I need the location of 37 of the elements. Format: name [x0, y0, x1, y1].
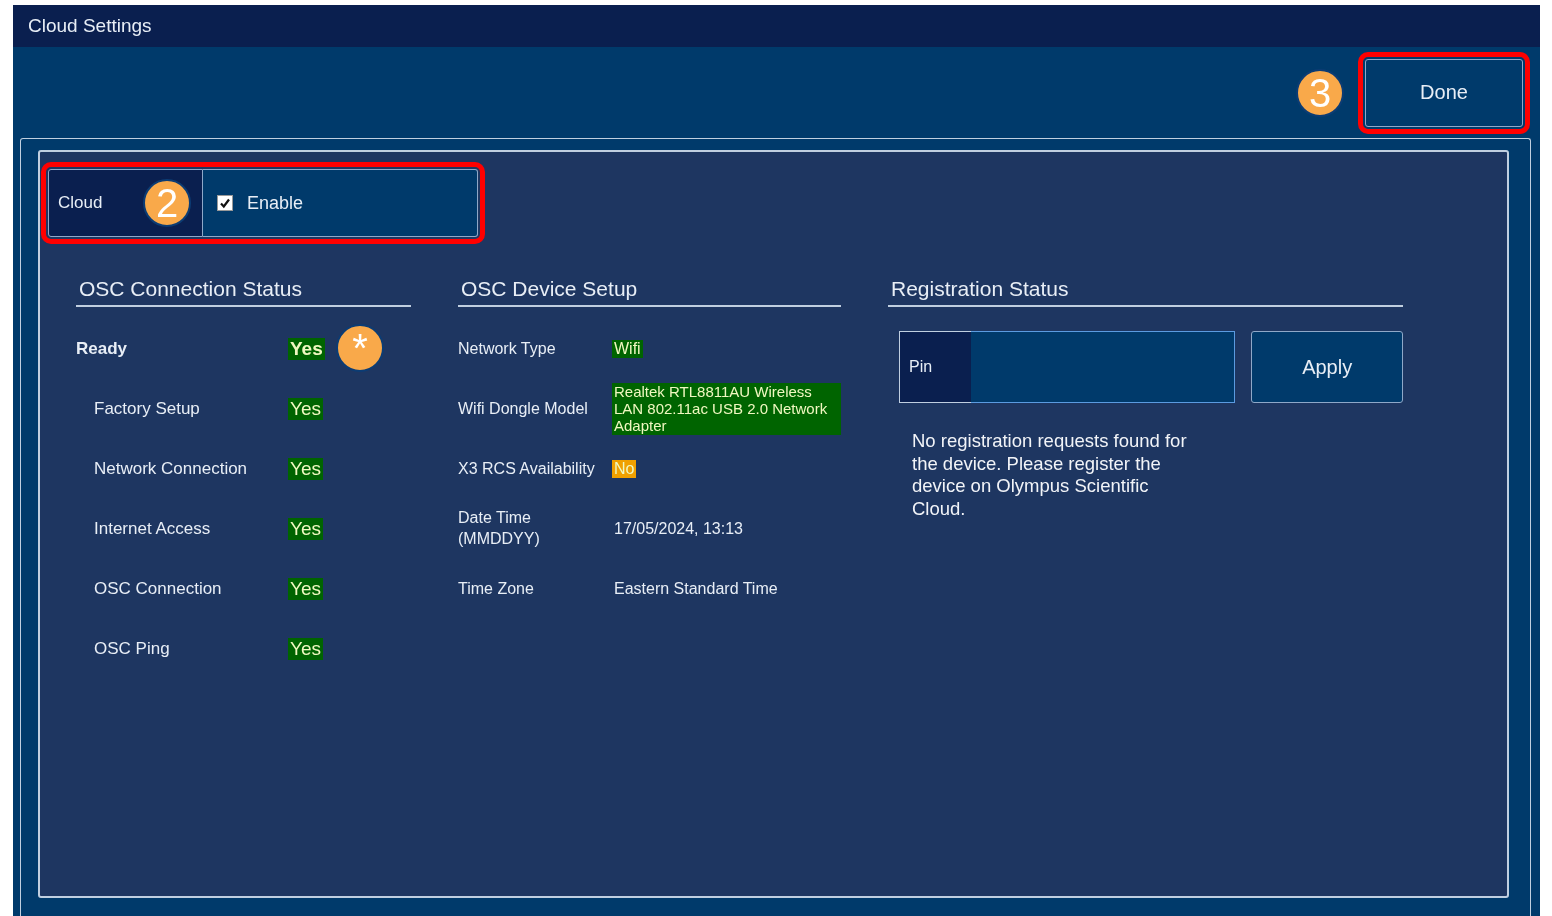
status-value: Yes	[288, 578, 323, 600]
status-label: Internet Access	[93, 519, 212, 539]
status-value: Yes	[288, 338, 325, 360]
status-label: OSC Connection	[93, 579, 223, 599]
window-title: Cloud Settings	[13, 5, 1540, 47]
setting-value: Realtek RTL8811AU Wireless LAN 802.11ac USB 2.0 Network Adapter	[612, 382, 841, 435]
callout-badge: *	[336, 324, 384, 372]
checkbox[interactable]	[217, 195, 233, 211]
registration-message: No registration requests found for the device. Please register the device on Olympus Scientific Cloud.	[912, 430, 1188, 521]
setting-label: Wifi Dongle Model	[458, 398, 589, 419]
setting-label: Network Type	[458, 338, 557, 359]
status-value: Yes	[288, 398, 323, 420]
status-label: Network Connection	[93, 459, 249, 479]
section-heading: Registration Status	[888, 277, 1403, 307]
callout-badge: 2	[143, 179, 191, 227]
status-value: Yes	[288, 638, 323, 660]
status-label: Factory Setup	[93, 399, 201, 419]
setting-value: Wifi	[612, 339, 643, 359]
pin-field[interactable]: Pin	[899, 331, 1236, 403]
callout-badge: 3	[1296, 68, 1344, 117]
checkbox-label[interactable]: Enable	[247, 192, 304, 214]
apply-button[interactable]: Apply	[1251, 331, 1403, 403]
setting-label: X3 RCS Availability	[458, 458, 596, 479]
setting-label: Time Zone	[458, 578, 535, 599]
cloud-label: Cloud	[58, 193, 103, 213]
setting-label: Date Time (MMDDYY)	[458, 508, 541, 549]
status-value: Yes	[288, 458, 323, 480]
status-label: OSC Ping	[93, 639, 171, 659]
field-label: Pin	[899, 331, 971, 403]
section-heading: OSC Device Setup	[458, 277, 841, 307]
setting-value: No	[612, 459, 637, 479]
section-heading: OSC Connection Status	[76, 277, 411, 307]
setting-value: Eastern Standard Time	[613, 579, 779, 599]
done-button[interactable]: Done	[1365, 58, 1523, 127]
status-label: Ready	[76, 339, 129, 359]
setting-value: 17/05/2024, 13:13	[613, 519, 744, 539]
status-value: Yes	[288, 518, 323, 540]
